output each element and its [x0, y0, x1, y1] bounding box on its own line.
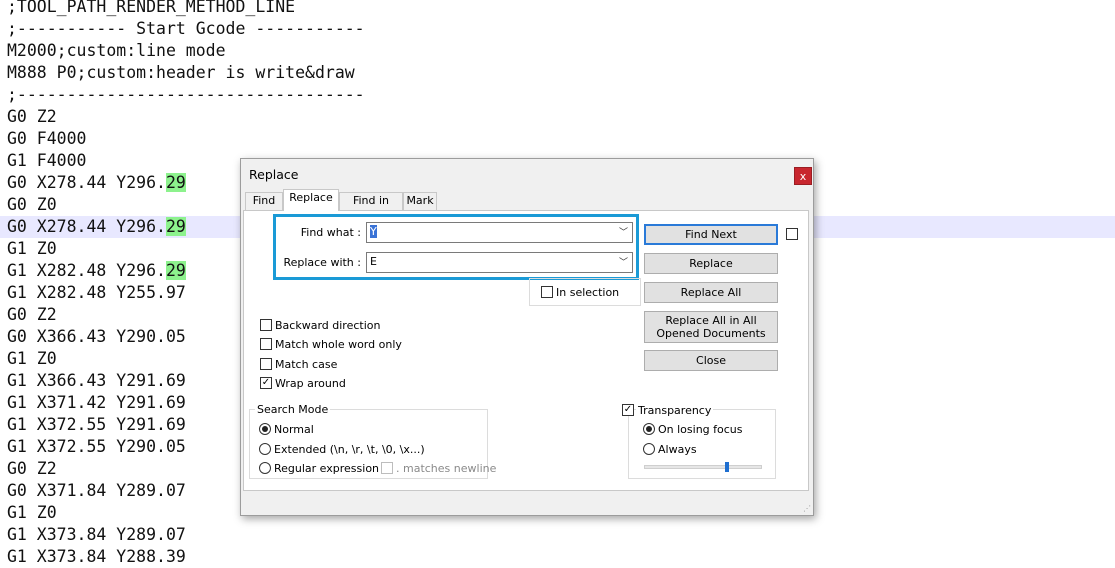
- code-line-text: G1 X373.84 Y288.39: [7, 547, 186, 566]
- code-line: G1 Z0: [7, 348, 57, 370]
- code-line-text: G0 X278.44 Y296.: [7, 217, 166, 236]
- code-line: G1 X366.43 Y291.69: [7, 370, 186, 392]
- matches-newline-label: . matches newline: [396, 462, 497, 475]
- code-line: G1 X282.48 Y296.29: [7, 260, 186, 282]
- extended-label: Extended (\n, \r, \t, \0, \x...): [274, 443, 425, 456]
- code-line-text: G0 F4000: [7, 129, 87, 148]
- code-line-text: M2000;custom:line mode: [7, 41, 226, 60]
- on-losing-focus-label: On losing focus: [658, 423, 743, 436]
- code-line: ;-----------------------------------: [7, 84, 365, 106]
- transparency-checkbox[interactable]: ✓: [622, 404, 634, 416]
- code-line-text: G0 Z2: [7, 459, 57, 478]
- code-line: M888 P0;custom:header is write&draw: [7, 62, 355, 84]
- code-line: G0 Z2: [7, 458, 57, 480]
- code-line-text: G1 Z0: [7, 239, 57, 258]
- close-button[interactable]: Close: [644, 350, 778, 371]
- find-next-option-checkbox[interactable]: [786, 228, 798, 240]
- match-case-checkbox[interactable]: [260, 358, 272, 370]
- code-line-text: G0 X278.44 Y296.: [7, 173, 166, 192]
- code-line: G1 X373.84 Y289.07: [7, 524, 186, 546]
- code-line-text: ;-----------------------------------: [7, 85, 365, 104]
- regex-radio[interactable]: [259, 462, 271, 474]
- code-line-text: M888 P0;custom:header is write&draw: [7, 63, 355, 82]
- code-line: G0 X278.44 Y296.29: [7, 172, 186, 194]
- tab-find[interactable]: Find: [245, 192, 283, 210]
- code-line: G0 X366.43 Y290.05: [7, 326, 186, 348]
- inputs-highlight-frame: [273, 214, 639, 280]
- backward-direction-label: Backward direction: [275, 319, 381, 332]
- tab-find-in-files[interactable]: Find in Files: [339, 192, 403, 223]
- code-line-text: ;TOOL_PATH_RENDER_METHOD_LINE: [7, 0, 296, 16]
- code-line: ;TOOL_PATH_RENDER_METHOD_LINE: [7, 0, 295, 18]
- transparency-label: Transparency: [636, 404, 714, 417]
- code-line: G1 X282.48 Y255.97: [7, 282, 186, 304]
- code-line: G0 Z2: [7, 106, 57, 128]
- code-line-text: G1 X366.43 Y291.69: [7, 371, 186, 390]
- code-line-text: G1 Z0: [7, 349, 57, 368]
- code-line-text: G1 X372.55 Y291.69: [7, 415, 186, 434]
- code-line-text: G1 X373.84 Y289.07: [7, 525, 186, 544]
- transparency-slider-track[interactable]: [644, 465, 762, 469]
- on-losing-focus-radio[interactable]: [643, 423, 655, 435]
- replace-button[interactable]: Replace: [644, 253, 778, 274]
- in-selection-checkbox[interactable]: [541, 286, 553, 298]
- match-whole-word-label: Match whole word only: [275, 338, 402, 351]
- find-next-button[interactable]: Find Next: [644, 224, 778, 245]
- code-line: G0 F4000: [7, 128, 86, 150]
- transparency-slider-thumb[interactable]: [725, 462, 729, 472]
- code-line-text: G0 X371.84 Y289.07: [7, 481, 186, 500]
- code-line: ;----------- Start Gcode -----------: [7, 18, 365, 40]
- normal-radio[interactable]: [259, 423, 271, 435]
- code-line-text: ;----------- Start Gcode -----------: [7, 19, 365, 38]
- code-line-text: G1 X371.42 Y291.69: [7, 393, 186, 412]
- code-line-text: G0 Z0: [7, 195, 57, 214]
- code-line: G1 X372.55 Y290.05: [7, 436, 186, 458]
- extended-radio[interactable]: [259, 443, 271, 455]
- match-whole-word-checkbox[interactable]: [260, 338, 272, 350]
- regex-label: Regular expression: [274, 462, 380, 475]
- tab-mark[interactable]: Mark: [403, 192, 437, 210]
- code-line-text: G1 X282.48 Y255.97: [7, 283, 186, 302]
- code-line: G1 Z0: [7, 502, 57, 524]
- resize-grip-icon[interactable]: ⋰: [803, 504, 811, 513]
- match-case-label: Match case: [275, 358, 338, 371]
- search-match-highlight: 29: [165, 217, 186, 236]
- code-line: G0 X371.84 Y289.07: [7, 480, 186, 502]
- search-mode-title: Search Mode: [255, 403, 331, 416]
- always-label: Always: [658, 443, 697, 456]
- code-line-text: G1 X372.55 Y290.05: [7, 437, 186, 456]
- code-line-text: G0 Z2: [7, 305, 57, 324]
- code-line-text: G1 Z0: [7, 503, 57, 522]
- code-line: G1 X371.42 Y291.69: [7, 392, 186, 414]
- tab-replace[interactable]: Replace: [283, 189, 339, 211]
- code-line: G0 Z0: [7, 194, 57, 216]
- code-line: M2000;custom:line mode: [7, 40, 226, 62]
- replace-all-opened-button[interactable]: Replace All in All Opened Documents: [644, 311, 778, 343]
- code-line: G1 X373.84 Y288.39: [7, 546, 186, 568]
- wrap-around-checkbox[interactable]: ✓: [260, 377, 272, 389]
- code-line: G1 F4000: [7, 150, 86, 172]
- code-line-text: G1 X282.48 Y296.: [7, 261, 166, 280]
- code-line: G1 Z0: [7, 238, 57, 260]
- normal-label: Normal: [274, 423, 314, 436]
- code-line-text: G0 X366.43 Y290.05: [7, 327, 186, 346]
- in-selection-label: In selection: [556, 286, 620, 299]
- search-match-highlight: 29: [165, 173, 186, 192]
- matches-newline-checkbox[interactable]: [381, 462, 393, 474]
- code-line: G0 Z2: [7, 304, 57, 326]
- search-match-highlight: 29: [165, 261, 186, 280]
- code-line: G1 X372.55 Y291.69: [7, 414, 186, 436]
- close-icon[interactable]: x: [794, 167, 812, 185]
- always-radio[interactable]: [643, 443, 655, 455]
- dialog-title: Replace: [249, 167, 299, 182]
- code-line-text: G0 Z2: [7, 107, 57, 126]
- replace-dialog: Replace x Find Replace Find in Files Mar…: [240, 158, 814, 516]
- wrap-around-label: Wrap around: [275, 377, 346, 390]
- replace-all-button[interactable]: Replace All: [644, 282, 778, 303]
- backward-direction-checkbox[interactable]: [260, 319, 272, 331]
- code-line-text: G1 F4000: [7, 151, 87, 170]
